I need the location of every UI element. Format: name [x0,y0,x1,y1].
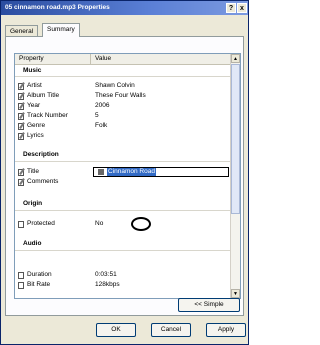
scrollbar-thumb[interactable] [231,64,240,214]
property-name: Genre [27,122,46,129]
property-name: Lyrics [27,132,44,139]
properties-dialog: 05 cinnamon road.mp3 Properties ? x Gene… [0,0,249,345]
list-item[interactable]: Genre Folk [15,121,231,131]
group-divider [15,250,231,251]
property-value: 128kbps [95,281,120,288]
property-value[interactable]: Shawn Colvin [95,82,135,89]
edit-pencil-icon [18,179,24,186]
group-divider [15,210,231,211]
edit-pencil-icon [18,123,24,130]
scroll-down-arrow-icon[interactable]: ▼ [231,289,240,298]
close-button[interactable]: x [237,3,247,13]
list-item[interactable]: Album Title These Four Walls [15,91,231,101]
property-list[interactable]: Property Value Music Artist Shawn Colvin… [14,53,241,299]
edit-pencil-icon [18,133,24,140]
property-value: 0:03:51 [95,271,117,278]
property-value[interactable]: 5 [95,112,99,119]
list-item[interactable]: Track Number 5 [15,111,231,121]
list-item[interactable]: Year 2006 [15,101,231,111]
property-name: Album Title [27,92,60,99]
property-value: No [95,220,104,227]
list-item[interactable]: Lyrics [15,131,231,141]
edit-cursor-icon [98,169,104,175]
help-button[interactable]: ? [226,3,236,13]
highlight-circle-annotation [131,217,151,231]
group-music: Music [23,67,42,74]
apply-button[interactable]: Apply [206,323,246,337]
edit-pencil-icon [18,93,24,100]
list-item[interactable]: Artist Shawn Colvin [15,81,231,91]
property-name: Title [27,168,40,175]
vertical-scrollbar[interactable]: ▲ ▼ [230,54,240,298]
edit-pencil-icon [18,83,24,90]
group-audio: Audio [23,240,42,247]
summary-panel: Property Value Music Artist Shawn Colvin… [5,36,244,316]
title-bar[interactable]: 05 cinnamon road.mp3 Properties ? x [1,1,248,15]
list-header: Property Value [15,54,240,65]
column-header-property[interactable]: Property [19,55,44,62]
property-value[interactable]: These Four Walls [95,92,146,99]
document-icon [18,272,24,279]
property-name: Duration [27,271,52,278]
tab-summary[interactable]: Summary [42,23,80,37]
scroll-up-arrow-icon[interactable]: ▲ [231,54,240,63]
edit-pencil-icon [18,169,24,176]
property-name: Bit Rate [27,281,51,288]
document-icon [18,282,24,289]
list-item[interactable]: Comments [15,177,231,187]
edit-pencil-icon [18,103,24,110]
property-name: Track Number [27,112,68,119]
column-divider[interactable] [90,54,91,64]
property-name: Comments [27,178,59,185]
edit-pencil-icon [18,113,24,120]
property-value[interactable]: Folk [95,122,107,129]
list-item[interactable]: Duration 0:03:51 [15,270,231,280]
window-title: 05 cinnamon road.mp3 Properties [5,4,110,11]
list-item[interactable]: Bit Rate 128kbps [15,280,231,290]
simple-view-button[interactable]: << Simple [178,298,240,312]
title-value-selected[interactable]: Cinnamon Road [107,168,156,176]
list-item[interactable]: Protected No [15,219,231,229]
property-name: Artist [27,82,42,89]
property-name: Year [27,102,41,109]
title-edit-field[interactable]: Cinnamon Road [93,167,229,177]
cancel-button[interactable]: Cancel [151,323,191,337]
group-divider [15,161,231,162]
column-header-value[interactable]: Value [95,55,111,62]
group-description: Description [23,151,59,158]
property-value[interactable]: 2006 [95,102,109,109]
property-name: Protected [27,220,55,227]
ok-button[interactable]: OK [96,323,136,337]
group-divider [15,76,231,77]
document-icon [18,221,24,228]
group-origin: Origin [23,200,43,207]
